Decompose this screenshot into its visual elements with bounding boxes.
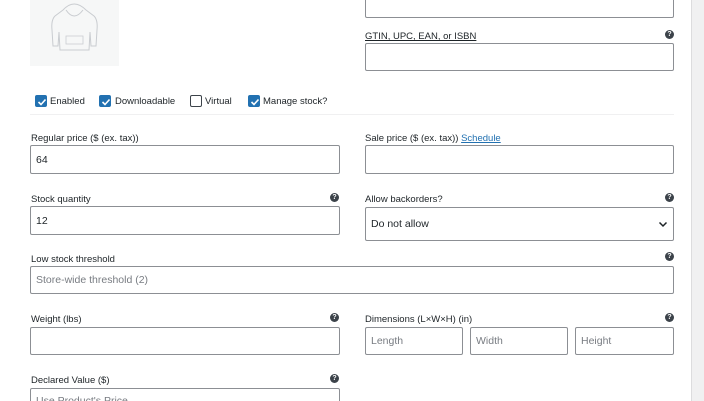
chevron-down-icon — [658, 221, 668, 227]
schedule-link[interactable]: Schedule — [461, 133, 501, 144]
height-input[interactable]: Height — [575, 327, 674, 355]
stock-quantity-help-icon[interactable]: ? — [330, 193, 339, 202]
weight-help-icon[interactable]: ? — [330, 313, 339, 322]
low-stock-help-icon[interactable]: ? — [665, 252, 674, 261]
downloadable-checkbox[interactable] — [99, 95, 111, 107]
low-stock-input[interactable]: Store-wide threshold (2) — [30, 266, 674, 294]
backorders-selected-value: Do not allow — [371, 218, 429, 230]
stock-quantity-label: Stock quantity — [31, 194, 91, 205]
gtin-label: GTIN, UPC, EAN, or ISBN — [365, 31, 477, 42]
regular-price-input[interactable]: 64 — [30, 145, 340, 174]
weight-input[interactable] — [30, 327, 340, 355]
downloadable-label: Downloadable — [115, 96, 176, 107]
declared-value-label: Declared Value ($) — [31, 375, 110, 386]
declared-value-input[interactable]: Use Product's Price — [30, 388, 340, 401]
virtual-checkbox[interactable] — [190, 95, 202, 107]
length-input[interactable]: Length — [365, 327, 463, 355]
manage-stock-checkbox[interactable] — [248, 95, 260, 107]
gtin-help-icon[interactable]: ? — [665, 30, 674, 39]
enabled-label: Enabled — [50, 96, 85, 107]
backorders-label: Allow backorders? — [365, 194, 443, 205]
stock-quantity-input[interactable]: 12 — [30, 206, 340, 235]
declared-value-help-icon[interactable]: ? — [330, 374, 339, 383]
product-variation-panel: GTIN, UPC, EAN, or ISBN ? Enabled Downlo… — [0, 0, 692, 401]
weight-label: Weight (lbs) — [31, 314, 82, 325]
product-image-thumbnail[interactable] — [30, 0, 119, 66]
manage-stock-label: Manage stock? — [263, 96, 328, 107]
backorders-help-icon[interactable]: ? — [665, 193, 674, 202]
low-stock-label: Low stock threshold — [31, 254, 115, 265]
enabled-checkbox[interactable] — [35, 95, 47, 107]
sale-price-input[interactable] — [365, 145, 674, 174]
width-input[interactable]: Width — [470, 327, 568, 355]
virtual-label: Virtual — [205, 96, 232, 107]
dimensions-help-icon[interactable]: ? — [665, 313, 674, 322]
sku-field[interactable] — [365, 0, 674, 18]
hoodie-icon — [51, 3, 98, 51]
regular-price-label: Regular price ($ (ex. tax)) — [31, 133, 139, 144]
backorders-select[interactable]: Do not allow — [365, 207, 674, 241]
dimensions-label: Dimensions (L×W×H) (in) — [365, 314, 473, 325]
sale-price-label: Sale price ($ (ex. tax)) Schedule — [365, 133, 501, 144]
gtin-input[interactable] — [365, 43, 674, 71]
section-divider — [30, 114, 674, 115]
